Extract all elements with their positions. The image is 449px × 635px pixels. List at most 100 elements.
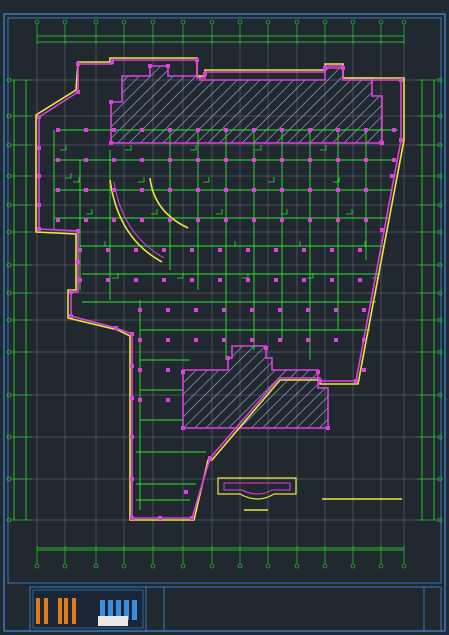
column <box>380 228 384 232</box>
axis-bubble <box>322 563 328 569</box>
column <box>280 128 284 132</box>
column <box>158 516 162 520</box>
step-marker <box>229 241 236 247</box>
cad-drawing-canvas <box>0 0 449 635</box>
axis-bubble <box>265 19 271 25</box>
column <box>302 248 306 252</box>
step-marker <box>151 209 158 215</box>
axis-bubble <box>350 563 356 569</box>
axis-bubble <box>237 19 243 25</box>
column <box>364 158 368 162</box>
column <box>168 218 172 222</box>
axis-bubble <box>180 563 186 569</box>
column <box>364 188 368 192</box>
axis-bubble <box>378 563 384 569</box>
column <box>78 278 82 282</box>
column <box>318 379 322 383</box>
column <box>358 248 362 252</box>
column <box>56 158 60 162</box>
column <box>84 158 88 162</box>
axis-bubble <box>121 19 127 25</box>
step-marker <box>255 145 262 151</box>
column <box>392 158 396 162</box>
column <box>280 218 284 222</box>
column <box>196 188 200 192</box>
column <box>56 188 60 192</box>
column <box>138 308 142 312</box>
axis-bubble <box>150 563 156 569</box>
column <box>392 128 396 132</box>
column <box>76 260 80 264</box>
column <box>140 128 144 132</box>
column <box>362 368 366 372</box>
column <box>308 158 312 162</box>
column <box>166 64 170 68</box>
axis-bubble <box>150 19 156 25</box>
column <box>190 278 194 282</box>
column <box>106 248 110 252</box>
column <box>69 314 73 318</box>
title-block-stripe <box>36 598 40 624</box>
column <box>181 370 185 374</box>
axis-bubble <box>350 19 356 25</box>
axis-bubble <box>401 563 407 569</box>
column <box>316 370 320 374</box>
column <box>112 158 116 162</box>
step-marker <box>65 173 72 179</box>
column <box>278 338 282 342</box>
column <box>334 308 338 312</box>
column <box>224 128 228 132</box>
axis-bubble <box>93 563 99 569</box>
column <box>250 338 254 342</box>
column <box>76 90 80 94</box>
column <box>336 218 340 222</box>
column <box>252 188 256 192</box>
column <box>112 188 116 192</box>
column <box>274 278 278 282</box>
column <box>181 426 185 430</box>
column <box>278 308 282 312</box>
column <box>110 60 114 64</box>
step-marker <box>138 177 145 183</box>
column <box>162 278 166 282</box>
column <box>226 356 230 360</box>
column <box>166 338 170 342</box>
step-marker <box>73 177 80 183</box>
column <box>246 278 250 282</box>
axis-bubble <box>34 19 40 25</box>
column <box>76 62 80 66</box>
column <box>306 308 310 312</box>
column <box>194 338 198 342</box>
column <box>168 128 172 132</box>
column <box>203 72 207 76</box>
column <box>114 326 118 330</box>
column <box>130 364 134 368</box>
column <box>138 368 142 372</box>
column <box>274 248 278 252</box>
column <box>37 203 41 207</box>
step-marker <box>203 177 210 183</box>
step-marker <box>216 209 223 215</box>
column <box>194 308 198 312</box>
column <box>168 158 172 162</box>
column <box>37 115 41 119</box>
column <box>390 174 394 178</box>
column <box>334 338 338 342</box>
detail-callout <box>217 477 402 511</box>
title-block-stripe <box>58 598 62 624</box>
column <box>140 188 144 192</box>
column <box>362 308 366 312</box>
column <box>358 278 362 282</box>
column <box>166 398 170 402</box>
column <box>196 158 200 162</box>
column <box>130 477 134 481</box>
axis-bubble <box>62 19 68 25</box>
column <box>246 248 250 252</box>
step-marker <box>99 241 106 247</box>
column <box>37 146 41 150</box>
column <box>336 128 340 132</box>
axis-bubble <box>265 563 271 569</box>
step-marker <box>268 177 275 183</box>
column <box>280 188 284 192</box>
column <box>252 218 256 222</box>
